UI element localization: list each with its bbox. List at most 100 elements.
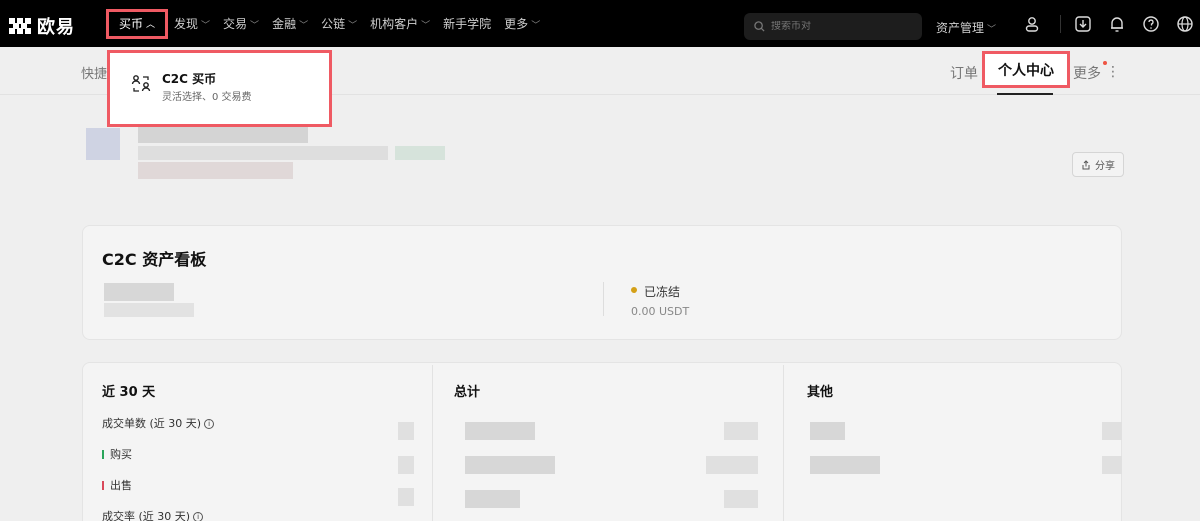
globe-icon[interactable]	[1176, 15, 1194, 33]
help-icon[interactable]	[1142, 15, 1160, 33]
search-input[interactable]	[771, 21, 911, 32]
blurred-value	[810, 456, 880, 474]
chevron-down-icon: ﹀	[299, 21, 309, 31]
stat-completion-rate: 成交率 (近 30 天) i	[102, 508, 204, 521]
info-icon[interactable]: i	[204, 419, 215, 429]
chevron-down-icon: ﹀	[201, 21, 211, 31]
blurred-value	[1102, 422, 1122, 440]
brand-logo[interactable]: 欧易	[9, 13, 75, 39]
stats-col3-title: 其他	[807, 385, 834, 400]
nav-academy-label: 新手学院	[443, 17, 492, 31]
tab-orders[interactable]: 订单	[950, 63, 978, 83]
search-icon	[754, 21, 765, 32]
user-icon[interactable]	[1023, 15, 1041, 33]
frozen-label: 已冻结	[644, 285, 681, 299]
buy-indicator	[102, 450, 104, 459]
chevron-up-icon: ︿	[146, 20, 156, 30]
sell-indicator	[102, 481, 104, 490]
blurred-value	[465, 490, 520, 508]
blurred-value	[706, 456, 758, 474]
stat-order-count: 成交单数 (近 30 天) i	[102, 415, 215, 431]
blurred-info	[138, 146, 388, 160]
nav-trade-label: 交易	[223, 17, 248, 31]
kebab-menu-icon[interactable]: ⋮	[1106, 64, 1120, 80]
stat-buy: 购买	[102, 446, 132, 462]
column-divider	[783, 365, 784, 521]
asset-management-menu[interactable]: 资产管理 ﹀	[936, 19, 996, 36]
active-tab-indicator	[997, 93, 1053, 95]
nav-academy[interactable]: 新手学院	[443, 15, 491, 32]
nav-chain[interactable]: 公链 ﹀	[321, 15, 357, 32]
asset-board-title: C2C 资产看板	[102, 250, 207, 269]
blurred-value	[1102, 456, 1122, 474]
tab-more-label: 更多	[1073, 66, 1101, 82]
blurred-value	[398, 488, 414, 506]
tab-personal-center[interactable]: 个人中心	[982, 51, 1070, 88]
asset-board-card	[82, 225, 1122, 340]
c2c-users-icon	[131, 75, 151, 92]
frozen-status-dot	[631, 287, 637, 293]
asset-divider	[603, 282, 604, 316]
dropdown-item-c2c[interactable]: C2C 买币 灵活选择、0 交易费	[110, 53, 329, 124]
top-navbar: 欧易 买币︿ 发现﹀ 交易﹀ 金融﹀ 公链﹀ 机构客户﹀ 新手学院 更多﹀ 资产…	[0, 0, 1200, 47]
header-divider	[1060, 15, 1061, 33]
nav-trade[interactable]: 交易 ﹀	[223, 15, 259, 32]
frozen-value: 0.00 USDT	[631, 305, 690, 318]
info-icon[interactable]: i	[193, 512, 204, 521]
share-icon	[1082, 159, 1090, 169]
share-button[interactable]: 分享	[1072, 152, 1124, 177]
dropdown-item-title: C2C 买币	[162, 72, 217, 86]
stats-card	[82, 362, 1122, 521]
blurred-value	[465, 422, 535, 440]
nav-finance[interactable]: 金融 ﹀	[272, 15, 308, 32]
nav-finance-label: 金融	[272, 17, 297, 31]
chevron-down-icon: ﹀	[421, 21, 431, 31]
avatar	[86, 128, 120, 160]
stats-col1-title: 近 30 天	[102, 385, 156, 400]
blurred-meta	[138, 162, 293, 179]
blurred-value	[398, 422, 414, 440]
blurred-username	[138, 127, 308, 143]
nav-discover-label: 发现	[174, 17, 199, 31]
share-label: 分享	[1095, 161, 1115, 172]
chevron-down-icon: ﹀	[250, 21, 260, 31]
blurred-value	[810, 422, 845, 440]
blurred-value	[724, 490, 758, 508]
blurred-value	[398, 456, 414, 474]
blurred-badge	[395, 146, 445, 160]
nav-institution[interactable]: 机构客户 ﹀	[370, 15, 430, 32]
nav-buy-label: 买币	[118, 17, 143, 31]
chevron-down-icon: ﹀	[531, 21, 541, 31]
bell-icon[interactable]	[1108, 15, 1126, 33]
okx-logo-icon	[9, 18, 31, 34]
nav-more-label: 更多	[504, 17, 529, 31]
nav-institution-label: 机构客户	[370, 17, 419, 31]
blurred-value	[465, 456, 555, 474]
dropdown-item-subtitle: 灵活选择、0 交易费	[162, 92, 252, 103]
search-box[interactable]	[744, 13, 922, 40]
brand-name: 欧易	[37, 17, 75, 38]
chevron-down-icon: ﹀	[348, 21, 358, 31]
quick-tab[interactable]: 快捷	[81, 63, 107, 82]
stat-completion-rate-label: 成交率 (近 30 天)	[102, 510, 191, 521]
stat-buy-label: 购买	[110, 448, 132, 461]
stat-order-count-label: 成交单数 (近 30 天)	[102, 417, 202, 430]
nav-more[interactable]: 更多 ﹀	[504, 15, 540, 32]
stats-col2-title: 总计	[454, 385, 481, 400]
blurred-balance-sub	[104, 303, 194, 317]
download-icon[interactable]	[1074, 15, 1092, 33]
tab-more[interactable]: 更多	[1073, 61, 1107, 83]
nav-chain-label: 公链	[321, 17, 346, 31]
asset-management-label: 资产管理	[936, 21, 985, 35]
stat-sell: 出售	[102, 477, 132, 493]
blurred-balance	[104, 283, 174, 301]
blurred-value	[724, 422, 758, 440]
tab-personal-center-label: 个人中心	[998, 62, 1054, 79]
stat-sell-label: 出售	[110, 479, 132, 492]
buy-crypto-dropdown: C2C 买币 灵活选择、0 交易费	[107, 50, 332, 127]
nav-buy-crypto[interactable]: 买币 ︿	[106, 8, 168, 39]
main-nav: 买币 ︿ 发现 ﹀ 交易 ﹀ 金融 ﹀ 公链 ﹀ 机构客户 ﹀ 新手学院 更多 ﹀	[106, 0, 553, 47]
column-divider	[432, 365, 433, 521]
nav-discover[interactable]: 发现 ﹀	[174, 15, 210, 32]
chevron-down-icon: ﹀	[987, 25, 997, 35]
